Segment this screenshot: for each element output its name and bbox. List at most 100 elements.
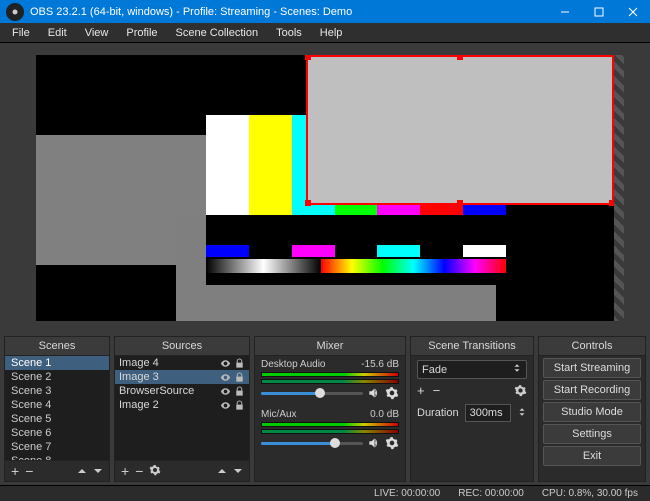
transitions-panel: Scene Transitions Fade + − Duration 300m…	[410, 336, 534, 482]
menu-bar: File Edit View Profile Scene Collection …	[0, 23, 650, 43]
scene-down-button[interactable]	[93, 463, 103, 479]
lock-icon[interactable]	[234, 372, 245, 383]
status-bar: LIVE: 00:00:00 REC: 00:00:00 CPU: 0.8%, …	[0, 485, 650, 501]
lock-icon[interactable]	[234, 358, 245, 369]
sources-toolbar: + −	[115, 460, 249, 481]
preview-area[interactable]	[0, 43, 650, 333]
transition-mode: Fade	[422, 364, 447, 376]
vu-meter	[261, 429, 399, 434]
remove-source-button[interactable]: −	[135, 463, 143, 479]
gear-icon[interactable]	[514, 384, 527, 397]
scene-item[interactable]: Scene 7	[5, 440, 109, 454]
scene-item[interactable]: Scene 2	[5, 370, 109, 384]
scene-item[interactable]: Scene 6	[5, 426, 109, 440]
eye-icon[interactable]	[220, 386, 231, 397]
resize-handle[interactable]	[305, 55, 311, 60]
title-bar: OBS 23.2.1 (64-bit, windows) - Profile: …	[0, 0, 650, 23]
source-down-button[interactable]	[233, 463, 243, 479]
controls-panel: Controls Start Streaming Start Recording…	[538, 336, 646, 482]
start-recording-button[interactable]: Start Recording	[543, 380, 641, 400]
source-item[interactable]: BrowserSource	[115, 384, 249, 398]
chevron-updown-icon[interactable]	[517, 407, 527, 420]
channel-name: Desktop Audio	[261, 359, 326, 370]
source-label: BrowserSource	[119, 385, 194, 397]
dock-panels: Scenes Scene 1 Scene 2 Scene 3 Scene 4 S…	[0, 333, 650, 485]
status-cpu: CPU: 0.8%, 30.00 fps	[542, 488, 638, 499]
eye-icon[interactable]	[220, 400, 231, 411]
preview-canvas[interactable]	[36, 55, 614, 321]
resize-handle[interactable]	[305, 200, 311, 206]
status-live: LIVE: 00:00:00	[374, 488, 440, 499]
channel-db: 0.0 dB	[370, 409, 399, 420]
remove-scene-button[interactable]: −	[25, 463, 33, 479]
speaker-icon[interactable]	[367, 386, 381, 400]
scene-up-button[interactable]	[77, 463, 87, 479]
scenes-panel: Scenes Scene 1 Scene 2 Scene 3 Scene 4 S…	[4, 336, 110, 482]
settings-button[interactable]: Settings	[543, 424, 641, 444]
mixer-panel: Mixer Desktop Audio -15.6 dB Mic/Aux 0.0 d…	[254, 336, 406, 482]
menu-scene-collection[interactable]: Scene Collection	[168, 25, 267, 41]
app-icon	[6, 3, 24, 21]
status-rec: REC: 00:00:00	[458, 488, 524, 499]
menu-view[interactable]: View	[77, 25, 117, 41]
menu-edit[interactable]: Edit	[40, 25, 75, 41]
eye-icon[interactable]	[220, 372, 231, 383]
chevron-updown-icon	[512, 363, 522, 376]
transition-select[interactable]: Fade	[417, 360, 527, 379]
vu-meter	[261, 379, 399, 384]
lock-icon[interactable]	[234, 400, 245, 411]
resize-handle[interactable]	[457, 55, 463, 60]
close-button[interactable]	[616, 0, 650, 23]
scenes-header: Scenes	[5, 337, 109, 356]
gear-icon[interactable]	[385, 386, 399, 400]
source-label: Image 2	[119, 399, 159, 411]
vu-meter	[261, 372, 399, 377]
source-label: Image 4	[119, 357, 159, 369]
exit-button[interactable]: Exit	[543, 446, 641, 466]
source-settings-button[interactable]	[149, 463, 161, 479]
volume-slider[interactable]	[261, 392, 363, 395]
speaker-icon[interactable]	[367, 436, 381, 450]
source-item[interactable]: Image 3	[115, 370, 249, 384]
channel-name: Mic/Aux	[261, 409, 297, 420]
menu-tools[interactable]: Tools	[268, 25, 310, 41]
source-item[interactable]: Image 4	[115, 356, 249, 370]
source-item[interactable]: Image 2	[115, 398, 249, 412]
scenes-list[interactable]: Scene 1 Scene 2 Scene 3 Scene 4 Scene 5 …	[5, 356, 109, 460]
gear-icon[interactable]	[385, 436, 399, 450]
scenes-toolbar: + −	[5, 460, 109, 481]
sources-header: Sources	[115, 337, 249, 356]
volume-slider[interactable]	[261, 442, 363, 445]
mixer-channel: Desktop Audio -15.6 dB	[255, 356, 405, 406]
add-source-button[interactable]: +	[121, 463, 129, 479]
scene-item[interactable]: Scene 3	[5, 384, 109, 398]
remove-transition-button[interactable]: −	[433, 383, 441, 398]
window-title: OBS 23.2.1 (64-bit, windows) - Profile: …	[30, 6, 548, 18]
menu-profile[interactable]: Profile	[118, 25, 165, 41]
eye-icon[interactable]	[220, 358, 231, 369]
lock-icon[interactable]	[234, 386, 245, 397]
sources-panel: Sources Image 4 Image 3 BrowserSource Im…	[114, 336, 250, 482]
duration-input[interactable]: 300ms	[465, 404, 511, 422]
scene-item[interactable]: Scene 1	[5, 356, 109, 370]
channel-db: -15.6 dB	[361, 359, 399, 370]
mixer-channel: Mic/Aux 0.0 dB	[255, 406, 405, 456]
sources-list[interactable]: Image 4 Image 3 BrowserSource Image 2	[115, 356, 249, 460]
source-image3-selected[interactable]	[306, 55, 614, 205]
menu-file[interactable]: File	[4, 25, 38, 41]
add-scene-button[interactable]: +	[11, 463, 19, 479]
transitions-header: Scene Transitions	[411, 337, 533, 356]
scene-item[interactable]: Scene 4	[5, 398, 109, 412]
studio-mode-button[interactable]: Studio Mode	[543, 402, 641, 422]
menu-help[interactable]: Help	[312, 25, 351, 41]
start-streaming-button[interactable]: Start Streaming	[543, 358, 641, 378]
source-up-button[interactable]	[217, 463, 227, 479]
minimize-button[interactable]	[548, 0, 582, 23]
duration-label: Duration	[417, 407, 459, 419]
scene-item[interactable]: Scene 5	[5, 412, 109, 426]
resize-handle[interactable]	[457, 200, 463, 206]
resize-handle[interactable]	[609, 200, 614, 206]
add-transition-button[interactable]: +	[417, 383, 425, 398]
mixer-header: Mixer	[255, 337, 405, 356]
maximize-button[interactable]	[582, 0, 616, 23]
